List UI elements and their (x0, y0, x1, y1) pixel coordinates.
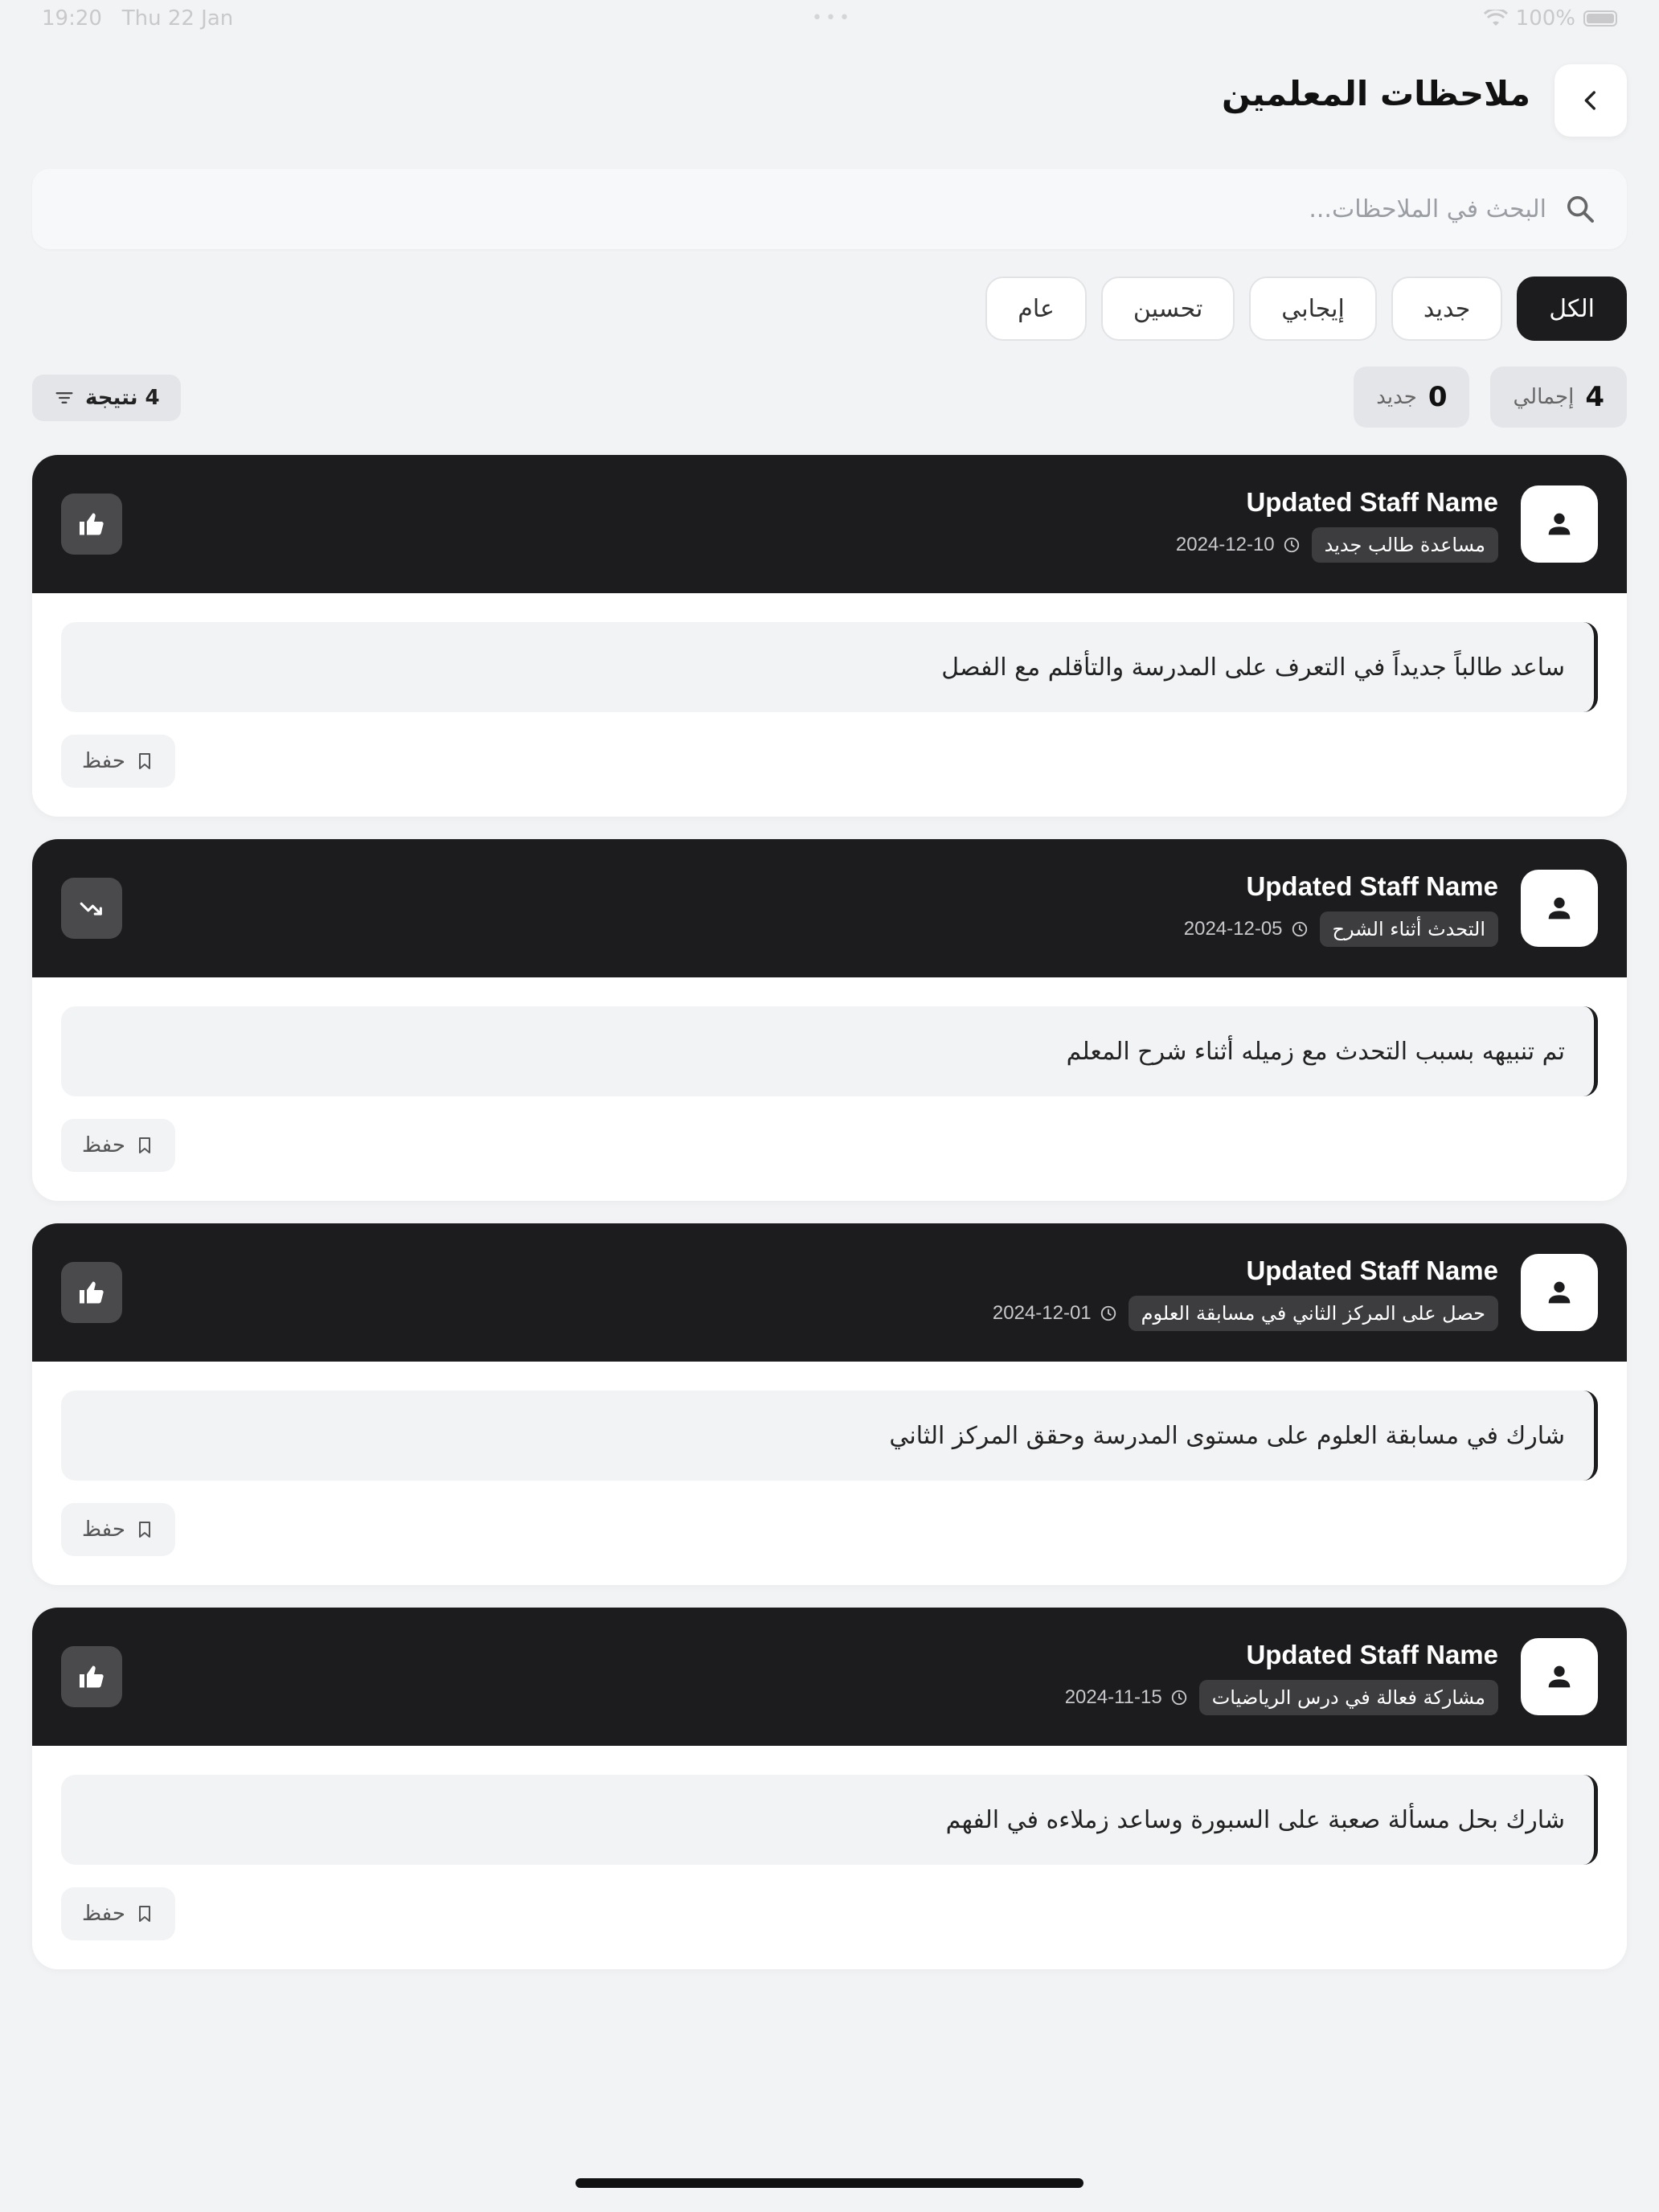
note-meta: التحدث أثناء الشرح 2024-12-05 (1184, 911, 1498, 947)
filter-chip-general[interactable]: عام (985, 276, 1087, 341)
save-label: حفظ (82, 1518, 125, 1542)
filter-icon (55, 392, 73, 403)
note-meta: مساعدة طالب جديد 2024-12-10 (1176, 527, 1498, 563)
wifi-icon (1483, 10, 1508, 26)
person-icon (1548, 897, 1571, 920)
staff-name: Updated Staff Name (1246, 1640, 1498, 1669)
note-card: Updated Staff Name حصل على المركز الثاني… (32, 1223, 1627, 1585)
filter-chip-all[interactable]: الكل (1517, 276, 1627, 341)
note-card-header: Updated Staff Name مساعدة طالب جديد 2024… (32, 455, 1627, 593)
save-button[interactable]: حفظ (61, 735, 175, 788)
stat-total: 4 إجمالي (1490, 367, 1627, 428)
thumbs-up-icon (80, 1281, 104, 1304)
avatar (1521, 1254, 1598, 1331)
home-indicator[interactable] (576, 2178, 1083, 2188)
note-card: Updated Staff Name مساعدة طالب جديد 2024… (32, 455, 1627, 817)
filter-chip-positive[interactable]: إيجابي (1249, 276, 1377, 341)
note-text: شارك بحل مسألة صعبة على السبورة وساعد زم… (61, 1775, 1598, 1865)
status-time: 19:20 Thu 22 Jan (42, 6, 233, 31)
avatar (1521, 485, 1598, 563)
avatar (1521, 1638, 1598, 1715)
note-date-wrap: 2024-12-05 (1184, 918, 1309, 940)
header: ملاحظات المعلمين (32, 64, 1627, 137)
thumbs-up-button[interactable] (61, 494, 122, 555)
note-card: Updated Staff Name مشاركة فعالة في درس ا… (32, 1608, 1627, 1969)
person-icon (1548, 1281, 1571, 1304)
note-meta: حصل على المركز الثاني في مسابقة العلوم 2… (993, 1296, 1498, 1331)
note-text: شارك في مسابقة العلوم على مستوى المدرسة … (61, 1391, 1598, 1481)
stat-new-label: جديد (1376, 385, 1417, 409)
staff-name: Updated Staff Name (1246, 1256, 1498, 1285)
note-tag: التحدث أثناء الشرح (1319, 911, 1498, 947)
results-count: 4 نتيجة (85, 386, 160, 410)
status-clock: 19:20 (42, 6, 102, 31)
avatar (1521, 870, 1598, 947)
thumbs-up-button[interactable] (61, 1262, 122, 1323)
save-label: حفظ (82, 1902, 125, 1926)
bookmark-icon (138, 1522, 150, 1538)
clock-icon (1292, 921, 1307, 937)
note-meta: مشاركة فعالة في درس الرياضيات 2024-11-15 (1065, 1680, 1498, 1715)
status-bar: 19:20 Thu 22 Jan ••• 100% (0, 0, 1659, 39)
clock-icon (1284, 537, 1299, 553)
save-label: حفظ (82, 1133, 125, 1157)
bookmark-icon (138, 1906, 150, 1922)
save-button[interactable]: حفظ (61, 1119, 175, 1172)
search-input[interactable] (180, 185, 1546, 233)
stat-total-number: 4 (1585, 381, 1604, 413)
note-date-wrap: 2024-11-15 (1065, 1686, 1188, 1709)
save-label: حفظ (82, 749, 125, 773)
note-text: تم تنبيهه بسبب التحدث مع زميله أثناء شرح… (61, 1006, 1598, 1096)
note-date: 2024-12-10 (1175, 534, 1275, 555)
note-card-header: Updated Staff Name مشاركة فعالة في درس ا… (32, 1608, 1627, 1746)
stat-total-label: إجمالي (1513, 385, 1575, 409)
stat-new: 0 جديد (1354, 367, 1470, 428)
search-icon (1567, 196, 1594, 223)
back-button[interactable] (1555, 64, 1627, 137)
note-card-header: Updated Staff Name حصل على المركز الثاني… (32, 1223, 1627, 1362)
chevron-left-icon (1584, 91, 1596, 110)
status-date: Thu 22 Jan (121, 6, 234, 31)
status-right: 100% (1483, 6, 1617, 31)
battery-percent: 100% (1515, 6, 1575, 31)
note-date-wrap: 2024-12-01 (993, 1302, 1117, 1325)
note-date: 2024-12-01 (992, 1302, 1092, 1324)
note-tag: حصل على المركز الثاني في مسابقة العلوم (1128, 1296, 1498, 1331)
note-date-wrap: 2024-12-10 (1176, 534, 1301, 556)
bookmark-icon (138, 753, 150, 769)
note-date: 2024-12-05 (1183, 918, 1283, 940)
bookmark-icon (138, 1137, 150, 1153)
trending-down-button[interactable] (61, 878, 122, 939)
stats-row: 4 إجمالي 0 جديد (1354, 367, 1627, 428)
staff-name: Updated Staff Name (1246, 871, 1498, 901)
filter-chip-improvement[interactable]: تحسين (1100, 276, 1235, 341)
filter-chip-new[interactable]: جديد (1391, 276, 1503, 341)
note-date: 2024-11-15 (1064, 1686, 1162, 1708)
thumbs-up-button[interactable] (61, 1646, 122, 1707)
search-bar[interactable] (32, 169, 1627, 249)
page-title: ملاحظات المعلمين (1222, 74, 1530, 113)
save-button[interactable]: حفظ (61, 1887, 175, 1940)
person-icon (1548, 1665, 1571, 1688)
clock-icon (1171, 1690, 1186, 1706)
trending-down-icon (80, 902, 102, 916)
thumbs-up-icon (80, 513, 104, 535)
note-tag: مشاركة فعالة في درس الرياضيات (1198, 1680, 1498, 1715)
staff-name: Updated Staff Name (1246, 487, 1498, 517)
note-tag: مساعدة طالب جديد (1311, 527, 1498, 563)
battery-icon (1583, 10, 1617, 27)
note-text: ساعد طالباً جديداً في التعرف على المدرسة… (61, 622, 1598, 712)
filter-chips: الكل جديد إيجابي تحسين عام (985, 276, 1627, 341)
note-card: Updated Staff Name التحدث أثناء الشرح 20… (32, 839, 1627, 1201)
person-icon (1548, 513, 1571, 535)
stat-new-number: 0 (1428, 381, 1448, 413)
results-count-button[interactable]: 4 نتيجة (32, 375, 181, 421)
multitask-dots[interactable]: ••• (812, 8, 853, 28)
note-card-header: Updated Staff Name التحدث أثناء الشرح 20… (32, 839, 1627, 977)
save-button[interactable]: حفظ (61, 1503, 175, 1556)
clock-icon (1100, 1305, 1116, 1321)
thumbs-up-icon (80, 1665, 104, 1688)
